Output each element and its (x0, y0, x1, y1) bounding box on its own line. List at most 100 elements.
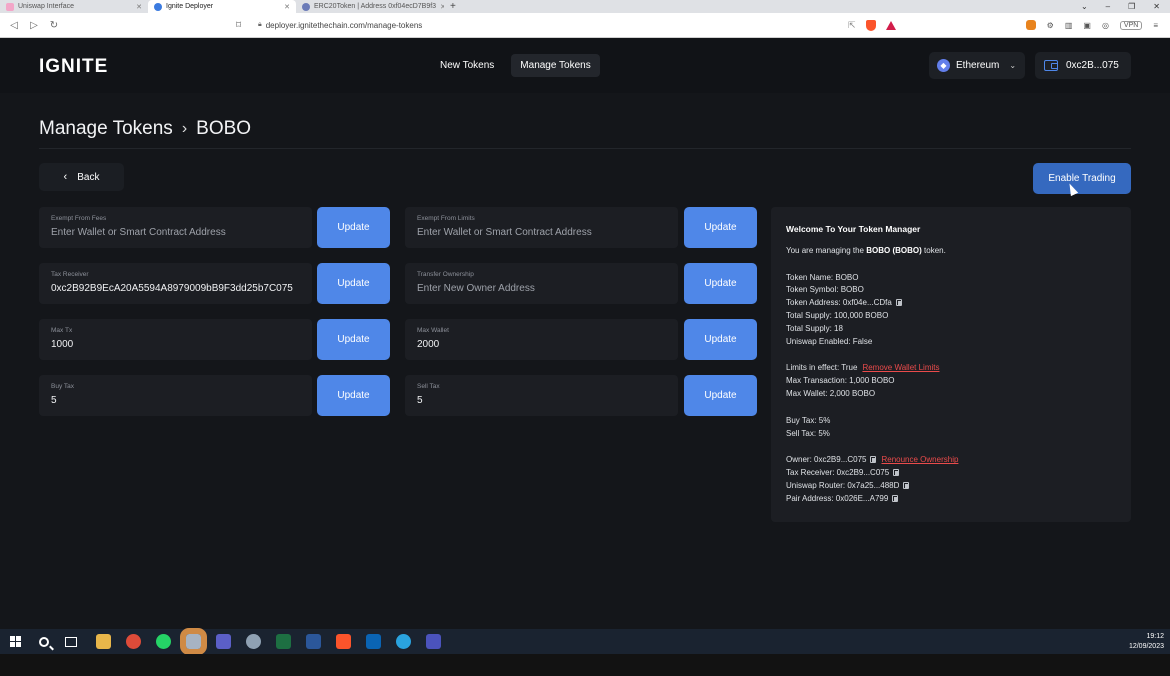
transfer-ownership-input[interactable] (417, 283, 666, 294)
chrome-icon[interactable] (125, 634, 141, 649)
renounce-ownership-link[interactable]: Renounce Ownership (881, 455, 958, 464)
close-tab-icon[interactable]: ✕ (136, 3, 142, 11)
copy-icon[interactable] (903, 481, 910, 489)
field-label: Buy Tax (51, 383, 75, 390)
uniswap-favicon-icon (6, 2, 14, 11)
ethereum-icon: ◆ (937, 59, 950, 72)
exempt-from-limits-input[interactable] (417, 227, 666, 238)
excel-icon[interactable] (275, 634, 291, 649)
extensions-area: ⚙ ▥ ▣ ◎ VPN ≡ (1025, 20, 1170, 30)
new-tab-button[interactable]: + (444, 1, 462, 12)
teams-icon[interactable] (425, 634, 441, 649)
chevron-left-icon: ‹ (63, 171, 68, 183)
file-explorer-icon[interactable] (95, 634, 111, 649)
transfer-ownership-update-button[interactable]: Update (684, 263, 757, 304)
copy-icon[interactable] (870, 456, 877, 464)
wallet-ext-icon[interactable]: ▣ (1083, 21, 1091, 30)
sell-tax-input[interactable] (417, 395, 666, 406)
teams-chat-icon[interactable] (215, 634, 231, 649)
browser-tab-ignite[interactable]: Ignite Deployer ✕ (148, 0, 296, 13)
info-uniswap-enabled: Uniswap Enabled: False (786, 336, 873, 346)
browser-tab-uniswap[interactable]: Uniswap Interface ✕ (0, 0, 148, 13)
url-field[interactable]: 🔒︎ deployer.ignitethechain.com/manage-to… (258, 21, 848, 30)
tab-label: Ignite Deployer (166, 3, 214, 10)
forward-arrow-icon[interactable]: ▷ (24, 20, 44, 31)
max-tx-update-button[interactable]: Update (317, 319, 390, 360)
sell-tax-update-button[interactable]: Update (684, 375, 757, 416)
task-view-icon[interactable] (65, 636, 77, 647)
whatsapp-icon[interactable] (155, 634, 171, 649)
copy-icon[interactable] (893, 469, 900, 477)
field-label: Sell Tax (417, 383, 440, 390)
token-info-panel: Welcome To Your Token Manager You are ma… (771, 207, 1131, 522)
nav-new-tokens[interactable]: New Tokens (431, 54, 503, 77)
tax-receiver-field: Tax Receiver (39, 263, 312, 304)
menu-icon[interactable]: ≡ (1153, 21, 1158, 30)
minimize-icon[interactable]: – (1106, 2, 1110, 11)
exempt-from-limits-update-button[interactable]: Update (684, 207, 757, 248)
sidebar-icon[interactable]: ▥ (1065, 21, 1073, 30)
chevron-down-icon: ⌄ (1009, 61, 1017, 70)
etherscan-favicon-icon (302, 2, 310, 11)
exempt-from-fees-input[interactable] (51, 227, 300, 238)
word-icon[interactable] (305, 634, 321, 649)
leo-icon[interactable]: ◎ (1102, 21, 1109, 30)
page-title[interactable]: Manage Tokens (39, 118, 173, 140)
info-max-tx: Max Transaction: 1,000 BOBO (786, 376, 895, 386)
outlook-icon[interactable] (365, 634, 381, 649)
tax-receiver-input[interactable] (51, 283, 300, 294)
info-buy-tax: Buy Tax: 5% (786, 415, 831, 425)
max-wallet-input[interactable] (417, 339, 666, 350)
network-app-icon[interactable] (245, 634, 261, 649)
wallet-address: 0xc2B...075 (1066, 60, 1119, 71)
tax-receiver-update-button[interactable]: Update (317, 263, 390, 304)
notes-app-icon[interactable] (179, 628, 207, 655)
wallet-button[interactable]: 0xc2B...075 (1035, 52, 1131, 79)
info-tax-receiver-row: Tax Receiver: 0xc2B9...C075 (786, 467, 1116, 480)
enable-trading-button[interactable]: Enable Trading (1033, 163, 1131, 194)
info-owner: Owner: 0xc2B9...C075 (786, 455, 867, 465)
network-label: Ethereum (956, 60, 1000, 71)
max-wallet-update-button[interactable]: Update (684, 319, 757, 360)
ignite-logo[interactable]: IGNITE (39, 56, 108, 78)
reload-icon[interactable]: ↻ (44, 20, 64, 31)
brave-shields-icon[interactable] (865, 19, 876, 31)
metamask-icon[interactable] (1025, 20, 1036, 30)
share-icon[interactable]: ⇱ (848, 20, 856, 31)
brave-browser-icon[interactable] (335, 634, 351, 649)
extensions-icon[interactable]: ⚙ (1047, 21, 1054, 30)
nav-manage-tokens[interactable]: Manage Tokens (511, 54, 600, 77)
copy-icon[interactable] (895, 299, 902, 307)
close-window-icon[interactable]: ✕ (1153, 2, 1160, 11)
brave-rewards-icon[interactable] (885, 20, 896, 30)
restore-icon[interactable]: ❐ (1128, 2, 1135, 11)
info-sell-tax: Sell Tax: 5% (786, 428, 830, 438)
telegram-icon[interactable] (395, 634, 411, 649)
clock-time: 19:12 (1146, 632, 1164, 640)
back-button[interactable]: ‹ Back (39, 163, 124, 191)
back-arrow-icon[interactable]: ◁ (4, 20, 24, 31)
search-icon[interactable] (39, 636, 49, 647)
network-selector[interactable]: ◆ Ethereum ⌄ (929, 52, 1025, 79)
bookmark-icon[interactable]: ⌑ (236, 20, 250, 31)
close-tab-icon[interactable]: ✕ (284, 3, 290, 11)
vpn-button[interactable]: VPN (1119, 20, 1143, 30)
info-owner-row: Owner: 0xc2B9...C075 Renounce Ownership (786, 454, 1116, 467)
windows-start-icon[interactable] (10, 636, 21, 647)
system-clock[interactable]: 19:12 12/09/2023 (1129, 632, 1170, 652)
browser-address-bar: ◁ ▷ ↻ ⌑ 🔒︎ deployer.ignitethechain.com/m… (0, 13, 1170, 38)
max-tx-input[interactable] (51, 339, 300, 350)
browser-tab-etherscan[interactable]: ERC20Token | Address 0xf04ecD7B9f3 ✕ (296, 0, 444, 13)
exempt-from-fees-update-button[interactable]: Update (317, 207, 390, 248)
copy-icon[interactable] (892, 494, 899, 502)
buy-tax-update-button[interactable]: Update (317, 375, 390, 416)
remove-wallet-limits-link[interactable]: Remove Wallet Limits (862, 363, 939, 372)
breadcrumb-separator-icon: › (181, 120, 188, 137)
transfer-ownership-field: Transfer Ownership (405, 263, 678, 304)
info-pair-row: Pair Address: 0x026E...A799 (786, 493, 1116, 506)
chevron-down-icon[interactable]: ⌄ (1081, 2, 1088, 11)
buy-tax-input[interactable] (51, 395, 300, 406)
field-label: Max Tx (51, 327, 73, 334)
